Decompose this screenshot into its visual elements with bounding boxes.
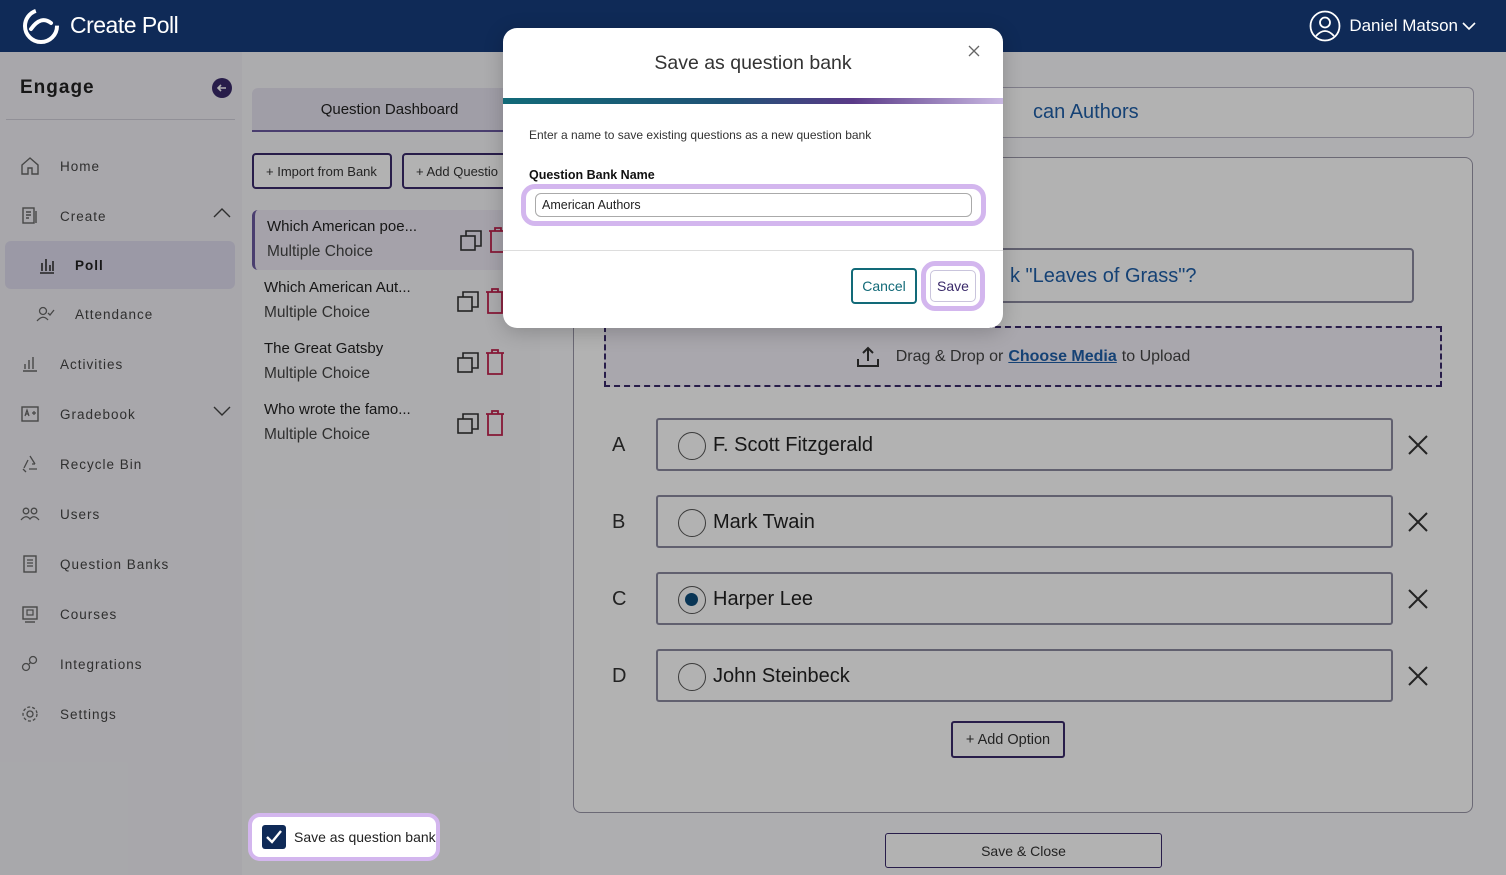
dialog-divider (503, 250, 1003, 251)
checkmark-icon (266, 830, 282, 844)
save-button[interactable]: Save (930, 270, 976, 302)
cancel-button[interactable]: Cancel (851, 268, 917, 304)
save-highlight: Save (921, 261, 985, 311)
user-name: Daniel Matson (1349, 16, 1458, 35)
question-bank-name-label: Question Bank Name (529, 168, 655, 182)
save-as-question-bank-checkbox[interactable]: Save as question bank (248, 813, 440, 861)
input-highlight (521, 184, 986, 226)
question-bank-name-input[interactable] (535, 193, 972, 217)
app-title: Create Poll (70, 12, 179, 38)
save-question-bank-dialog: Save as question bank Enter a name to sa… (503, 28, 1003, 328)
checkbox-checked[interactable] (262, 825, 286, 849)
close-icon[interactable] (967, 44, 981, 58)
dialog-description: Enter a name to save existing questions … (529, 128, 872, 142)
user-avatar-icon (1309, 10, 1341, 42)
app-logo-icon (23, 8, 59, 44)
dialog-title: Save as question bank (654, 52, 852, 74)
checkbox-label: Save as question bank (294, 829, 436, 845)
dialog-accent-bar (503, 98, 1003, 104)
user-menu[interactable]: Daniel Matson (1309, 10, 1484, 42)
chevron-down-icon (1462, 22, 1476, 31)
